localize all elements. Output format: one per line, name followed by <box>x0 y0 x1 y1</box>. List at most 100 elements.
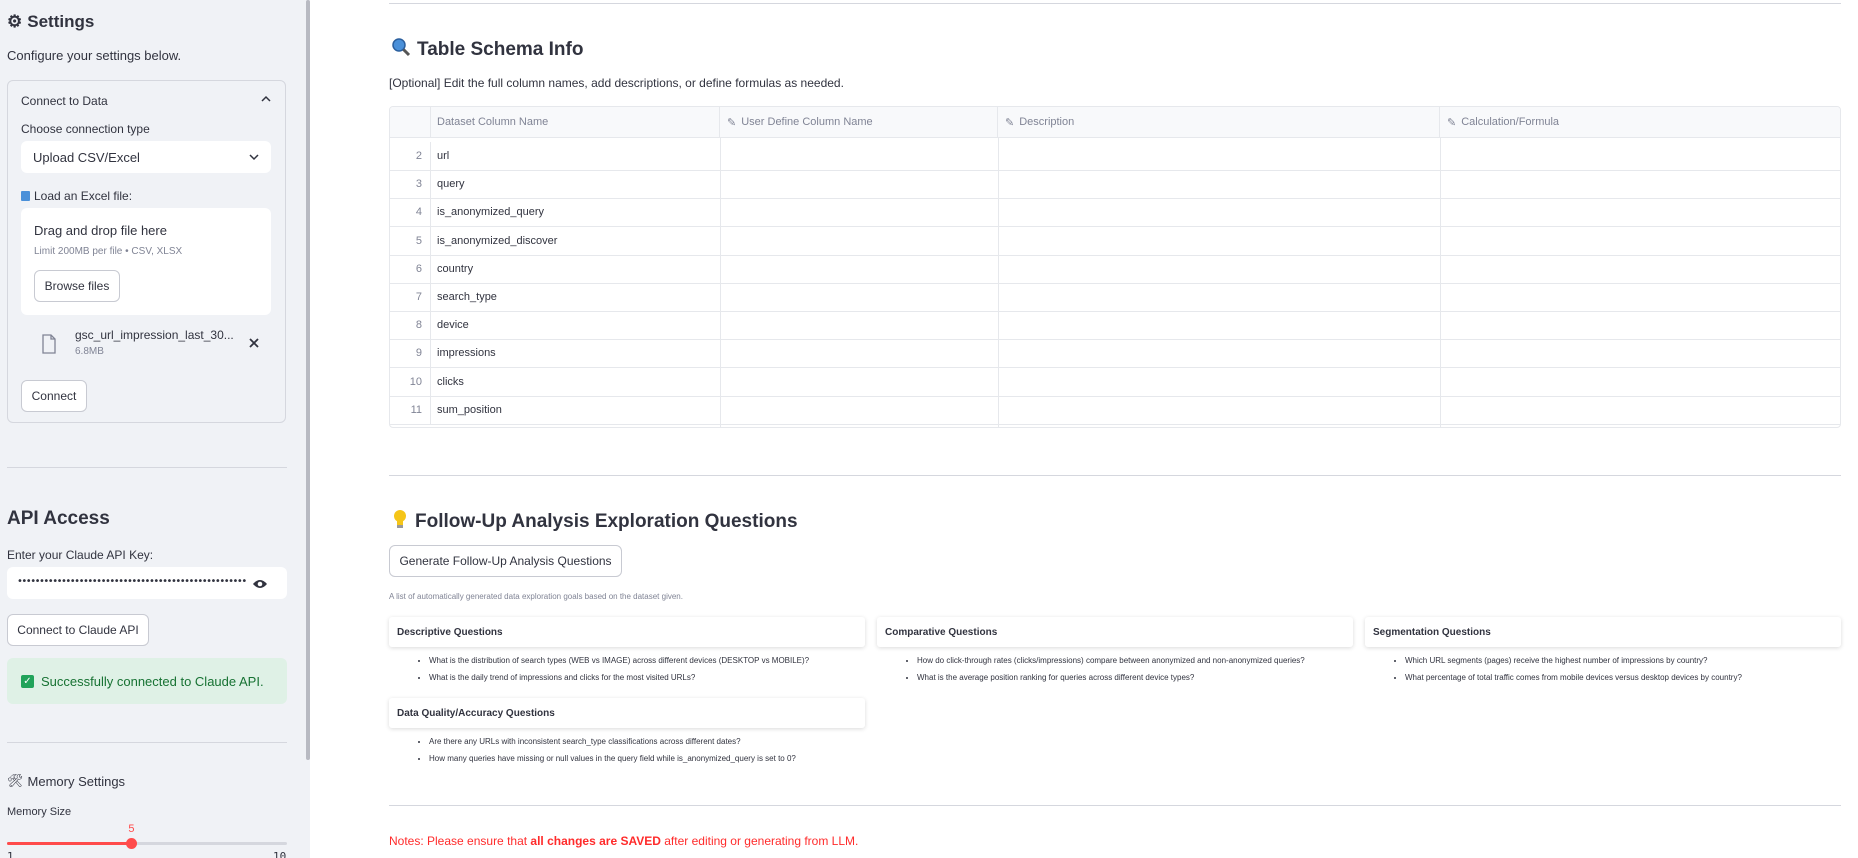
column-header[interactable]: Dataset Column Name <box>431 107 720 137</box>
tools-icon: 🛠 <box>7 773 24 788</box>
slider-thumb[interactable] <box>126 838 138 849</box>
table-row[interactable]: 11 sum_position <box>390 395 1840 425</box>
grid-body: 2 url 3 query 4 is_anonymized_query 5 is_anonym… <box>390 137 1840 427</box>
followup-caption: A list of automatically generated data e… <box>389 592 683 601</box>
table-row[interactable]: 9 impressions <box>390 339 1840 369</box>
question-group-header: Data Quality/Accuracy Questions <box>389 698 865 728</box>
schema-description: [Optional] Edit the full column names, a… <box>389 76 844 90</box>
followup-title-text: Follow-Up Analysis Exploration Questions <box>415 511 798 532</box>
column-header[interactable]: ✎ User Define Column Name <box>720 107 998 137</box>
connect-claude-api-button[interactable]: Connect to Claude API <box>7 614 149 646</box>
dropzone-limit: Limit 200MB per file • CSV, XLSX <box>34 246 183 257</box>
table-row[interactable]: 2 url <box>390 142 1840 171</box>
dataset-column-name-cell[interactable]: is_anonymized_query <box>437 198 544 226</box>
table-row[interactable]: 10 clicks <box>390 367 1840 397</box>
api-key-label: Enter your Claude API Key: <box>7 548 154 562</box>
table-row[interactable]: 5 is_anonymized_discover <box>390 226 1840 256</box>
sidebar-title-text: Settings <box>27 12 95 31</box>
load-file-label: Load an Excel file: <box>21 189 132 203</box>
question-list: How do click-through rates (clicks/impre… <box>877 652 1305 686</box>
table-row[interactable]: 4 is_anonymized_query <box>390 198 1840 228</box>
row-number: 3 <box>390 170 431 199</box>
lightbulb-icon <box>391 509 409 535</box>
column-header-label: Calculation/Formula <box>1461 116 1560 128</box>
dataset-column-name-cell[interactable]: country <box>437 255 473 283</box>
file-size: 6.8MB <box>75 346 104 357</box>
column-header[interactable]: ✎ Description <box>998 107 1440 137</box>
dataset-column-name-cell[interactable]: url <box>437 142 449 170</box>
question-item: What percentage of total traffic comes f… <box>1405 669 1742 686</box>
row-number: 5 <box>390 226 431 255</box>
table-row[interactable]: 6 country <box>390 254 1840 284</box>
followup-title: Follow-Up Analysis Exploration Questions <box>391 509 798 535</box>
connect-to-data-expander: Connect to Data Choose connection type U… <box>7 80 286 423</box>
sidebar-subtitle: Configure your settings below. <box>7 48 182 63</box>
api-access-title: API Access <box>7 508 110 529</box>
api-key-value: ••••••••••••••••••••••••••••••••••••••••… <box>17 576 247 587</box>
schema-data-grid[interactable]: Dataset Column Name ✎ User Define Column … <box>389 106 1841 428</box>
memory-settings-text: Memory Settings <box>27 773 126 789</box>
divider <box>389 3 1841 4</box>
table-row[interactable]: 3 query <box>390 170 1840 200</box>
browse-files-button[interactable]: Browse files <box>34 270 120 302</box>
row-index-header <box>390 107 431 137</box>
sidebar-scrollbar[interactable] <box>306 0 310 760</box>
notes-text: Notes: Please ensure that all changes ar… <box>389 834 858 848</box>
row-number: 7 <box>390 283 431 311</box>
book-icon <box>21 191 30 201</box>
close-icon[interactable] <box>248 336 260 354</box>
chevron-up-icon[interactable] <box>261 93 271 107</box>
dataset-column-name-cell[interactable]: search_type <box>437 283 497 311</box>
column-header[interactable]: ✎ Calculation/Formula <box>1440 107 1840 137</box>
table-row[interactable]: 8 device <box>390 311 1840 341</box>
memory-settings-title: 🛠 Memory Settings <box>7 773 125 789</box>
success-alert: ✓ Successfully connected to Claude API. <box>7 658 287 704</box>
dataset-column-name-cell[interactable]: device <box>437 311 469 339</box>
divider <box>7 467 287 468</box>
row-number: 6 <box>390 254 431 283</box>
question-group-header: Comparative Questions <box>877 617 1353 647</box>
divider <box>7 742 287 743</box>
divider <box>389 805 1841 806</box>
question-group-header: Descriptive Questions <box>389 617 865 647</box>
edit-icon: ✎ <box>727 116 737 129</box>
connect-button[interactable]: Connect <box>21 380 87 412</box>
connection-type-select[interactable]: Upload CSV/Excel <box>21 141 271 173</box>
eye-icon[interactable] <box>252 577 268 595</box>
generate-followup-button[interactable]: Generate Follow-Up Analysis Questions <box>389 545 622 577</box>
load-file-label-text: Load an Excel file: <box>34 189 133 203</box>
dropzone-title: Drag and drop file here <box>34 223 167 238</box>
divider <box>389 475 1841 476</box>
file-name: gsc_url_impression_last_30... <box>75 328 234 342</box>
dataset-column-name-cell[interactable]: clicks <box>437 368 464 396</box>
row-number: 11 <box>390 395 431 424</box>
grid-header: Dataset Column Name ✎ User Define Column … <box>390 107 1840 138</box>
question-item: What is the distribution of search types… <box>429 652 809 669</box>
notes-prefix: Notes: Please ensure that <box>389 834 531 848</box>
api-key-input[interactable]: ••••••••••••••••••••••••••••••••••••••••… <box>7 567 287 599</box>
row-number: 4 <box>390 198 431 227</box>
dataset-column-name-cell[interactable]: impressions <box>437 339 496 367</box>
dataset-column-name-cell[interactable]: query <box>437 170 465 198</box>
connection-type-label: Choose connection type <box>21 122 150 136</box>
dataset-column-name-cell[interactable]: sum_position <box>437 396 502 424</box>
dataset-column-name-cell[interactable]: is_anonymized_discover <box>437 227 557 255</box>
question-list: What is the distribution of search types… <box>389 652 809 686</box>
schema-title: Table Schema Info <box>391 37 583 63</box>
slider-min: 1 <box>7 850 14 858</box>
row-number: 2 <box>390 142 431 170</box>
success-message: Successfully connected to Claude API. <box>41 673 264 689</box>
file-dropzone[interactable]: Drag and drop file here Limit 200MB per … <box>21 208 271 315</box>
main-content: Table Schema Info [Optional] Edit the fu… <box>389 0 1842 858</box>
memory-size-slider[interactable] <box>7 838 287 849</box>
table-row[interactable]: 7 search_type <box>390 283 1840 312</box>
expander-header[interactable]: Connect to Data <box>21 94 108 108</box>
schema-title-text: Table Schema Info <box>417 39 584 60</box>
slider-fill <box>7 842 132 845</box>
sidebar-title: ⚙ Settings <box>7 12 94 32</box>
slider-value: 5 <box>128 823 135 835</box>
check-icon: ✓ <box>21 674 34 688</box>
slider-max: 10 <box>273 850 287 858</box>
column-header-label: Description <box>1019 116 1075 128</box>
notes-suffix: after editing or generating from LLM. <box>660 834 859 848</box>
